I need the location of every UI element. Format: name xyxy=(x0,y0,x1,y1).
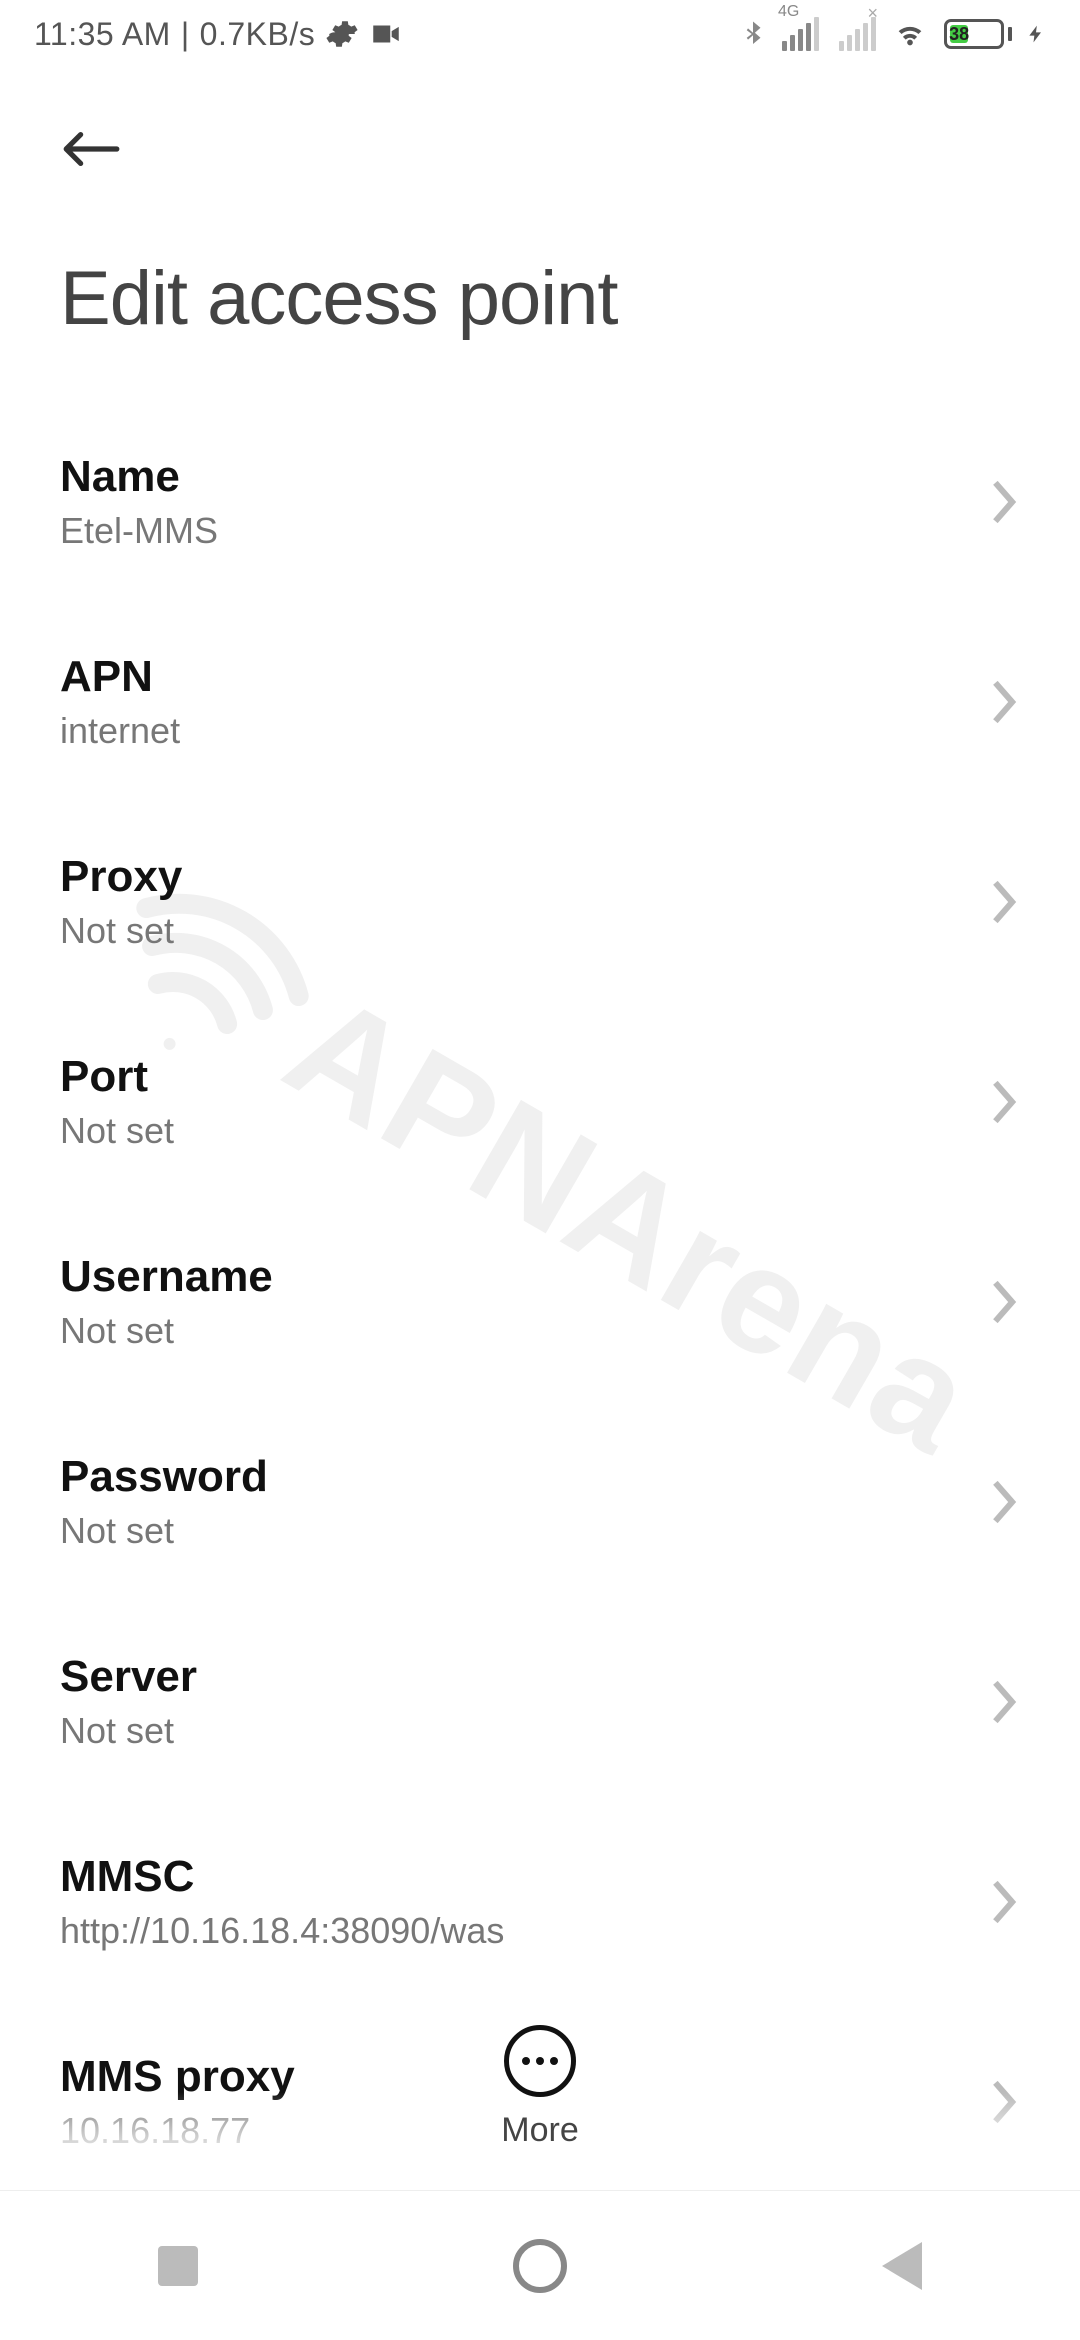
more-button[interactable] xyxy=(504,2025,576,2097)
setting-value: Not set xyxy=(60,1310,273,1352)
nav-back-button[interactable] xyxy=(882,2242,922,2290)
setting-value: http://10.16.18.4:38090/was xyxy=(60,1910,504,1952)
chevron-right-icon xyxy=(990,1478,1020,1526)
page-title: Edit access point xyxy=(60,255,1020,342)
setting-label: Password xyxy=(60,1452,268,1502)
status-sep: | xyxy=(181,16,190,53)
chevron-right-icon xyxy=(990,1678,1020,1726)
setting-label: Name xyxy=(60,452,218,502)
setting-value: Not set xyxy=(60,910,182,952)
setting-item-proxy[interactable]: Proxy Not set xyxy=(60,802,1020,1002)
status-netspeed: 0.7KB/s xyxy=(200,16,316,53)
setting-label: Server xyxy=(60,1652,197,1702)
setting-label: MMSC xyxy=(60,1852,504,1902)
chevron-right-icon xyxy=(990,878,1020,926)
setting-item-password[interactable]: Password Not set xyxy=(60,1402,1020,1602)
setting-item-apn[interactable]: APN internet xyxy=(60,602,1020,802)
chevron-right-icon xyxy=(990,1278,1020,1326)
chevron-right-icon xyxy=(990,1078,1020,1126)
setting-item-mmsc[interactable]: MMSC http://10.16.18.4:38090/was xyxy=(60,1802,1020,2002)
setting-label: APN xyxy=(60,652,180,702)
setting-value: Etel-MMS xyxy=(60,510,218,552)
nav-home-button[interactable] xyxy=(513,2239,567,2293)
setting-label: Port xyxy=(60,1052,174,1102)
setting-value: Not set xyxy=(60,1110,174,1152)
navigation-bar xyxy=(0,2190,1080,2340)
wifi-status-icon xyxy=(890,17,930,51)
setting-item-port[interactable]: Port Not set xyxy=(60,1002,1020,1202)
setting-value: Not set xyxy=(60,1710,197,1752)
setting-item-name[interactable]: Name Etel-MMS xyxy=(60,402,1020,602)
chevron-right-icon xyxy=(990,678,1020,726)
more-label: More xyxy=(501,2111,578,2150)
setting-label: Username xyxy=(60,1252,273,1302)
signal-4g-label: 4G xyxy=(778,3,799,21)
setting-item-username[interactable]: Username Not set xyxy=(60,1202,1020,1402)
gear-icon xyxy=(325,17,359,51)
apn-settings-list: Name Etel-MMS APN internet Proxy Not set… xyxy=(0,362,1080,2162)
status-time: 11:35 AM xyxy=(34,16,171,53)
battery-percent: 38 xyxy=(949,24,969,45)
back-button[interactable] xyxy=(60,118,122,180)
bluetooth-icon xyxy=(738,17,768,51)
signal-2-icon: × xyxy=(839,17,876,51)
battery-fill: 38 xyxy=(950,25,968,43)
signal-1-icon: 4G xyxy=(782,17,819,51)
nav-recent-button[interactable] xyxy=(158,2246,198,2286)
chevron-right-icon xyxy=(990,478,1020,526)
charging-icon xyxy=(1026,19,1046,49)
setting-value: Not set xyxy=(60,1510,268,1552)
setting-value: internet xyxy=(60,710,180,752)
chevron-right-icon xyxy=(990,1878,1020,1926)
setting-label: Proxy xyxy=(60,852,182,902)
battery-icon: 38 xyxy=(944,19,1012,49)
status-bar: 11:35 AM | 0.7KB/s 4G × xyxy=(0,0,1080,68)
setting-item-server[interactable]: Server Not set xyxy=(60,1602,1020,1802)
camera-icon xyxy=(369,17,403,51)
